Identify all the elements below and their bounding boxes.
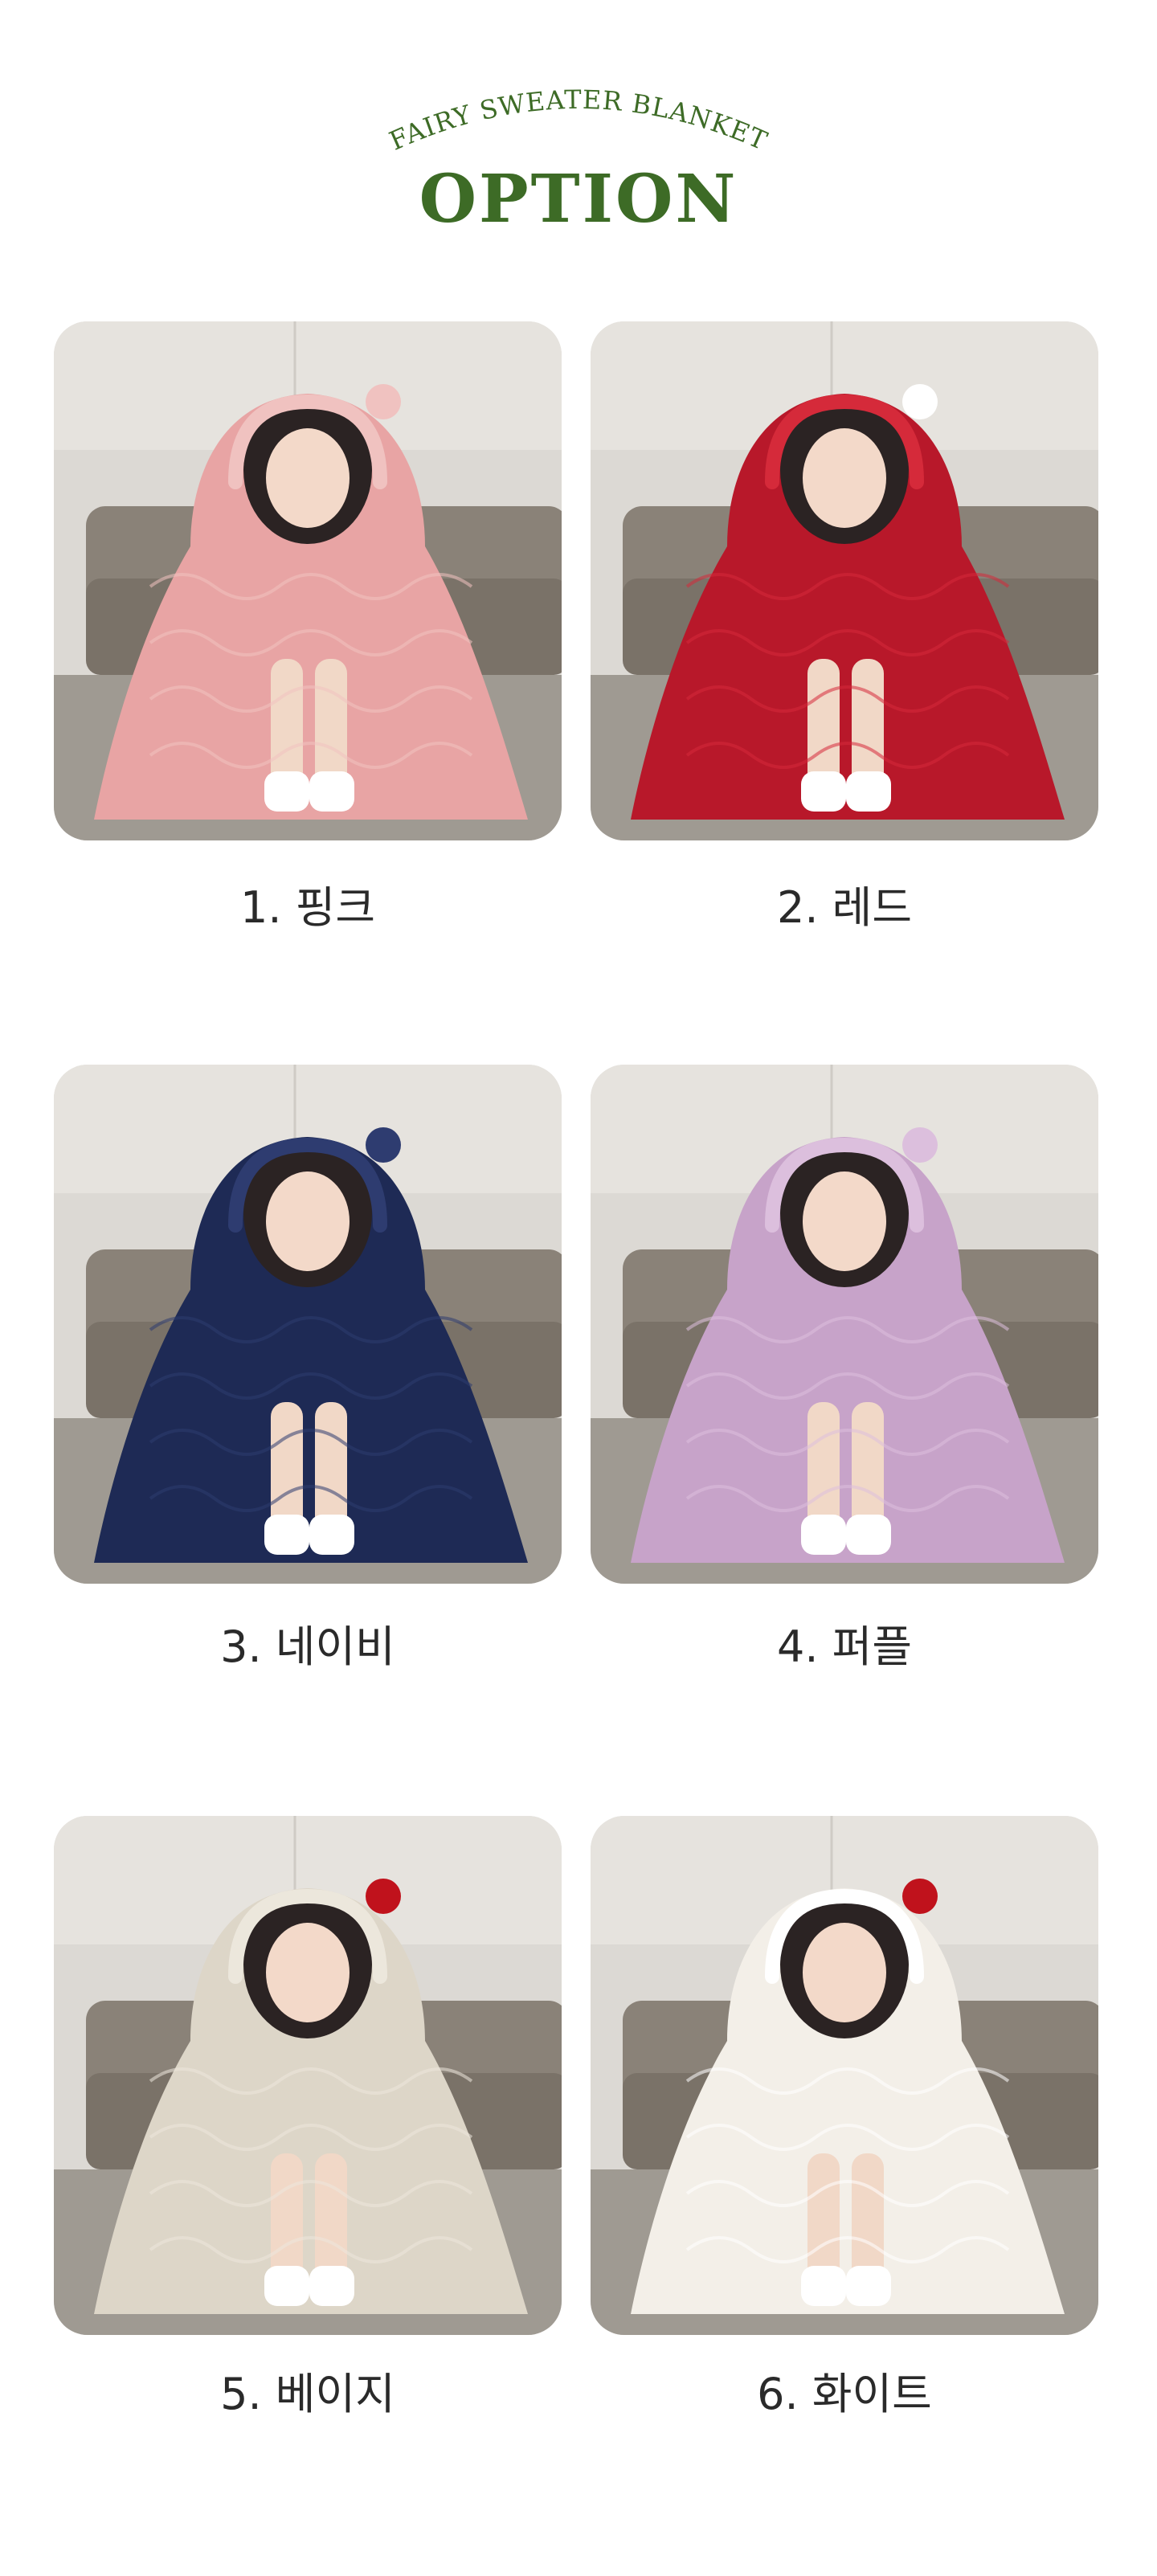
sock: [801, 771, 846, 812]
leg: [852, 2153, 884, 2282]
pompom: [902, 384, 938, 419]
sock: [309, 1515, 354, 1555]
leg: [271, 2153, 303, 2282]
face: [266, 1923, 350, 2022]
pompom: [366, 1879, 401, 1914]
sock: [309, 771, 354, 812]
face: [803, 428, 886, 528]
photo-pink: [54, 321, 562, 840]
subtitle-text: FAIRY SWEATER BLANKET: [385, 84, 771, 157]
option-photo-red[interactable]: [591, 321, 1098, 840]
leg: [807, 1402, 840, 1531]
photo-red: [591, 321, 1098, 840]
photo-navy: [54, 1065, 562, 1584]
face: [803, 1171, 886, 1271]
option-label-navy: 3. 네이비: [220, 1621, 395, 1672]
face: [803, 1923, 886, 2022]
sock: [309, 2266, 354, 2306]
sock: [264, 771, 309, 812]
page-title: OPTION: [419, 161, 738, 238]
leg: [852, 1402, 884, 1531]
pompom: [902, 1127, 938, 1163]
option-label-red: 2. 레드: [776, 882, 913, 933]
sock: [264, 1515, 309, 1555]
option-label-pink: 1. 핑크: [239, 882, 376, 933]
option-photo-navy[interactable]: [54, 1065, 562, 1584]
sock: [846, 771, 891, 812]
svg-text:FAIRY SWEATER BLANKET: FAIRY SWEATER BLANKET: [385, 84, 772, 157]
sock: [801, 2266, 846, 2306]
leg: [315, 659, 347, 787]
pompom: [366, 1127, 401, 1163]
subtitle-arc: FAIRY SWEATER BLANKET: [385, 84, 772, 157]
leg: [271, 1402, 303, 1531]
leg: [807, 659, 840, 787]
pompom: [366, 384, 401, 419]
face: [266, 1171, 350, 1271]
leg: [852, 659, 884, 787]
option-label-beige: 5. 베이지: [220, 2369, 395, 2419]
leg: [315, 2153, 347, 2282]
leg: [315, 1402, 347, 1531]
sock: [264, 2266, 309, 2306]
option-photo-purple[interactable]: [591, 1065, 1098, 1584]
option-photo-pink[interactable]: [54, 321, 562, 840]
photo-purple: [591, 1065, 1098, 1584]
sock: [846, 2266, 891, 2306]
leg: [807, 2153, 840, 2282]
header: FAIRY SWEATER BLANKET OPTION: [0, 0, 1157, 257]
sock: [846, 1515, 891, 1555]
option-photo-beige[interactable]: [54, 1816, 562, 2335]
photo-white: [591, 1816, 1098, 2335]
option-label-white: 6. 화이트: [757, 2369, 932, 2419]
face: [266, 428, 350, 528]
leg: [271, 659, 303, 787]
sock: [801, 1515, 846, 1555]
pompom: [902, 1879, 938, 1914]
option-label-purple: 4. 퍼플: [776, 1621, 913, 1672]
photo-beige: [54, 1816, 562, 2335]
option-photo-white[interactable]: [591, 1816, 1098, 2335]
